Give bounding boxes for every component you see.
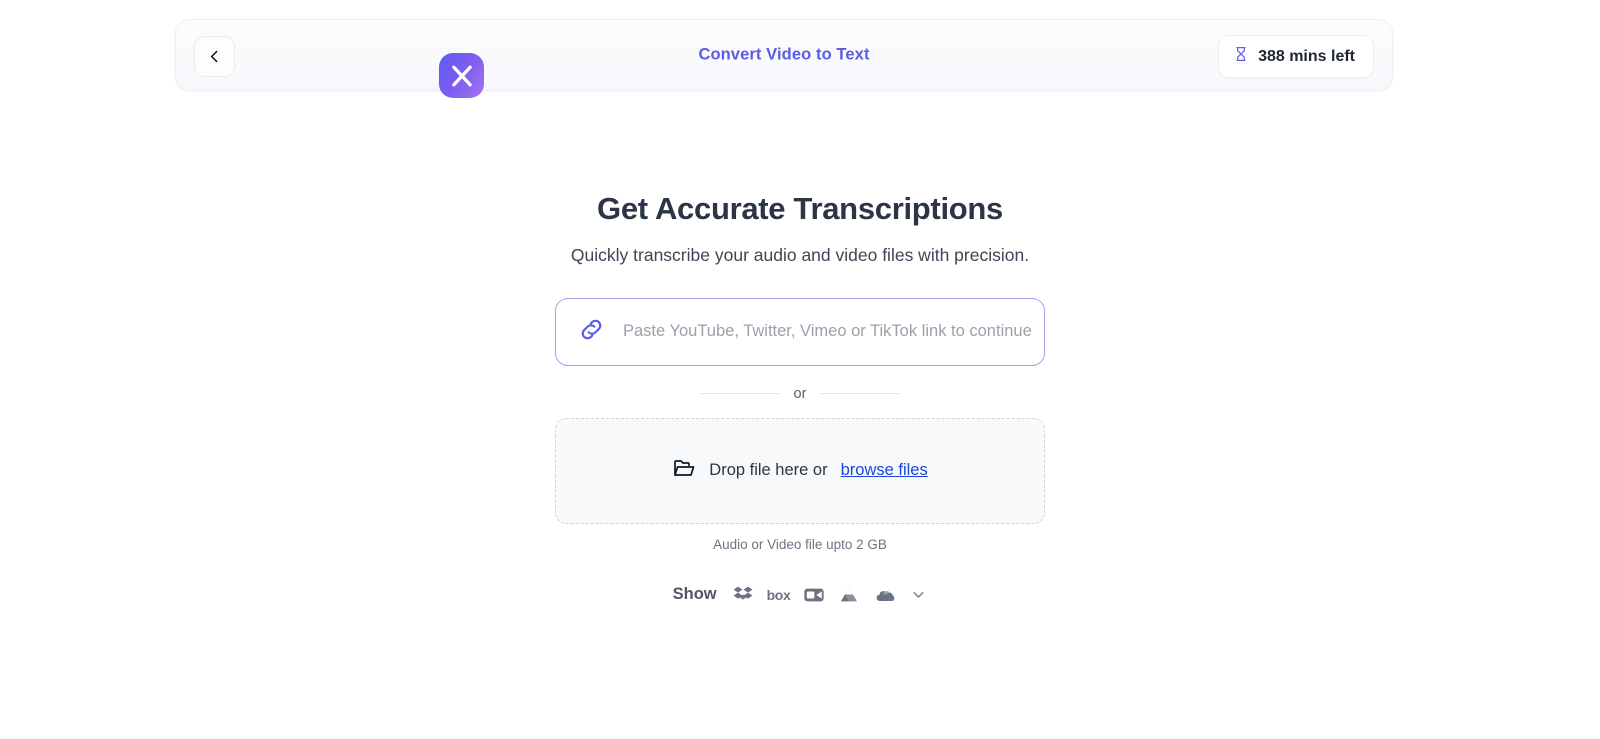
file-dropzone[interactable]: Drop file here or browse files	[555, 417, 1045, 524]
chevron-left-icon	[206, 48, 223, 65]
onedrive-icon[interactable]	[873, 585, 897, 605]
chevron-down-icon[interactable]	[910, 586, 927, 603]
url-input[interactable]	[623, 298, 1044, 365]
top-bar-inner: Convert Video to Text 388 mins left	[175, 19, 1393, 98]
back-button[interactable]	[194, 36, 235, 77]
or-divider: or	[650, 386, 950, 402]
dropzone-text: Drop file here or	[709, 461, 828, 480]
headline: Get Accurate Transcriptions	[597, 191, 1003, 226]
file-size-note: Audio or Video file upto 2 GB	[713, 536, 887, 552]
link-icon	[578, 316, 605, 348]
cloud-services-row: Show box	[673, 584, 928, 606]
zoom-icon[interactable]	[803, 584, 825, 606]
credits-label: 388 mins left	[1258, 47, 1355, 65]
url-input-field[interactable]	[555, 297, 1045, 366]
box-icon[interactable]: box	[767, 587, 791, 603]
divider-label: or	[793, 385, 807, 402]
credits-badge[interactable]: 388 mins left	[1218, 35, 1374, 78]
hourglass-icon	[1233, 45, 1249, 68]
show-label: Show	[672, 585, 717, 604]
subheadline: Quickly transcribe your audio and video …	[570, 244, 1030, 265]
page-title: Convert Video to Text	[698, 45, 870, 64]
divider-rule-left	[699, 393, 780, 395]
top-bar: Convert Video to Text 388 mins left	[175, 19, 1393, 98]
divider-rule-right	[820, 393, 901, 395]
open-folder-icon	[672, 456, 696, 485]
main-content: Get Accurate Transcriptions Quickly tran…	[0, 190, 1600, 606]
app-logo[interactable]	[439, 53, 484, 98]
browse-files-link[interactable]: browse files	[841, 461, 928, 480]
google-drive-icon[interactable]	[838, 585, 860, 605]
dropbox-icon[interactable]	[732, 585, 754, 605]
logo-x-icon	[447, 61, 477, 91]
